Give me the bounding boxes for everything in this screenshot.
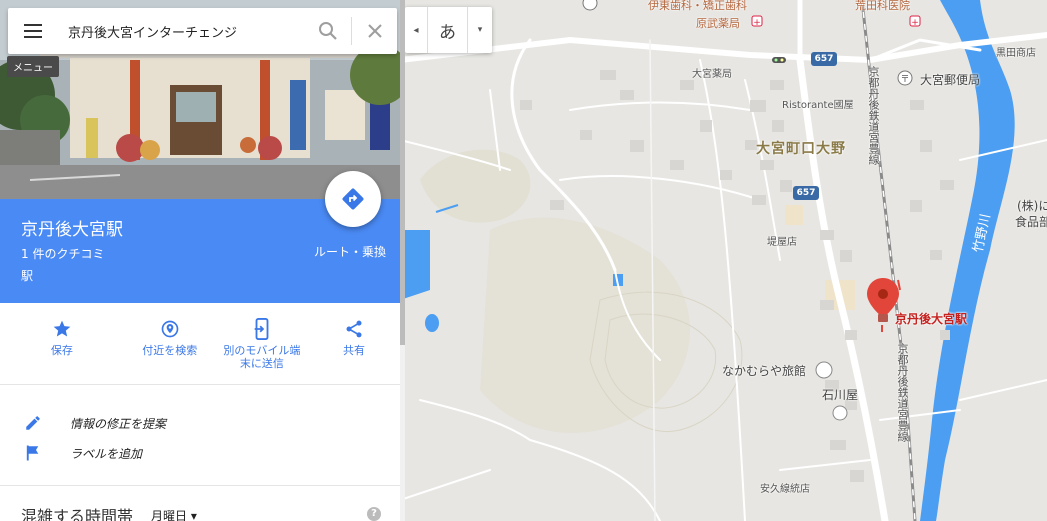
chevron-down-icon: ▾ — [190, 509, 197, 521]
nearby-button[interactable]: 付近を検索 — [124, 303, 216, 384]
collapse-panel-button[interactable]: ◂ — [405, 7, 428, 53]
suggestion-list: 情報の修正を提案 ラベルを追加 — [0, 386, 400, 486]
search-icon — [319, 22, 337, 40]
label-shop-food[interactable]: 食品部・商 — [1015, 213, 1047, 230]
side-panel: メニュー 京丹後大宮駅 1 件のクチコミ 駅 ルート・乗換 保存 — [0, 0, 400, 521]
scrollbar-thumb[interactable] — [400, 0, 405, 345]
suggest-edit-label: 情報の修正を提案 — [70, 416, 167, 431]
place-category: 駅 — [21, 269, 34, 283]
save-label: 保存 — [50, 344, 73, 357]
review-count-link[interactable]: 1 件のクチコミ — [21, 245, 104, 262]
label-pharmacy-hara[interactable]: 原武薬局 — [696, 15, 740, 31]
label-dental[interactable]: 伊東歯科・矯正歯科 — [648, 0, 747, 13]
input-method-control: ◂ あ ▾ — [405, 7, 492, 53]
search-input[interactable] — [58, 23, 305, 39]
maps-app: + + 〒 伊東歯科・矯正歯科 原武薬局 荒田科医院 黒田商店 大宮薬局 Ris… — [0, 0, 1047, 521]
action-bar: 保存 付近を検索 別のモバイル端 末に送信 共有 — [0, 303, 400, 385]
label-ristorante[interactable]: Ristorante國屋 — [782, 96, 854, 111]
add-label-label: ラベルを追加 — [70, 446, 143, 461]
label-area: 大宮町口大野 — [756, 141, 846, 157]
svg-text:+: + — [753, 18, 761, 28]
panel-scrollbar[interactable] — [400, 0, 405, 521]
star-icon — [53, 320, 71, 337]
pencil-icon — [26, 416, 40, 430]
svg-text:+: + — [911, 18, 919, 28]
svg-text:〒: 〒 — [900, 75, 909, 85]
route-badge: 657 — [793, 186, 819, 200]
directions-icon — [342, 188, 364, 210]
share-button[interactable]: 共有 — [308, 303, 400, 384]
menu-button[interactable] — [8, 8, 58, 54]
place-title: 京丹後大宮駅 — [21, 220, 123, 240]
share-icon — [346, 320, 362, 338]
clear-search-button[interactable] — [351, 17, 397, 45]
label-rail-north: 京都丹後鉄道宮豊線 — [867, 66, 880, 165]
hamburger-icon — [24, 24, 42, 38]
day-selector[interactable]: 月曜日 ▾ — [151, 507, 197, 521]
suggest-edit-row[interactable]: 情報の修正を提案 — [22, 412, 166, 434]
day-value: 月曜日 — [151, 509, 188, 521]
label-rail-south: 京都丹後鉄道宮豊線 — [896, 343, 909, 442]
help-icon[interactable]: ? — [367, 507, 381, 521]
directions-button[interactable] — [325, 171, 381, 227]
menu-tooltip: メニュー — [7, 56, 59, 77]
send-to-device-label: 別のモバイル端 末に送信 — [223, 344, 301, 370]
ime-dropdown-icon[interactable]: ▾ — [468, 7, 492, 53]
label-yasukuni[interactable]: 安久線統店 — [760, 480, 810, 495]
label-shop-corp[interactable]: (株)に — [1017, 197, 1047, 214]
label-omiya-pharmacy[interactable]: 大宮薬局 — [692, 65, 732, 80]
label-station[interactable]: 京丹後大宮駅 — [895, 310, 967, 327]
label-post-office[interactable]: 大宮郵便局 — [920, 71, 980, 88]
label-katsura[interactable]: 堤屋店 — [767, 233, 797, 248]
search-button[interactable] — [305, 8, 351, 54]
share-label: 共有 — [342, 344, 365, 357]
add-label-row[interactable]: ラベルを追加 — [22, 442, 142, 464]
route-badge: 657 — [811, 52, 837, 66]
map-canvas[interactable]: + + 〒 伊東歯科・矯正歯科 原武薬局 荒田科医院 黒田商店 大宮薬局 Ris… — [400, 0, 1047, 521]
label-hospital[interactable]: 荒田科医院 — [855, 0, 910, 13]
nearby-label: 付近を検索 — [142, 344, 198, 357]
ime-language-button[interactable]: あ — [428, 7, 468, 53]
send-to-device-icon — [254, 318, 269, 340]
search-box — [8, 8, 397, 54]
nearby-icon — [161, 320, 179, 338]
flag-icon — [26, 445, 39, 461]
popular-times-title: 混雑する時間帯 — [21, 507, 134, 521]
label-ishikawaya[interactable]: 石川屋 — [822, 386, 858, 403]
popular-times-section: 混雑する時間帯 月曜日 ▾ ? — [0, 487, 400, 521]
directions-label[interactable]: ルート・乗換 — [314, 243, 386, 260]
close-icon — [367, 24, 382, 38]
label-nakamuraya[interactable]: なかむらや旅館 — [722, 362, 806, 379]
label-kuroda[interactable]: 黒田商店 — [996, 44, 1036, 59]
save-button[interactable]: 保存 — [0, 303, 124, 384]
send-to-device-button[interactable]: 別のモバイル端 末に送信 — [216, 303, 308, 384]
